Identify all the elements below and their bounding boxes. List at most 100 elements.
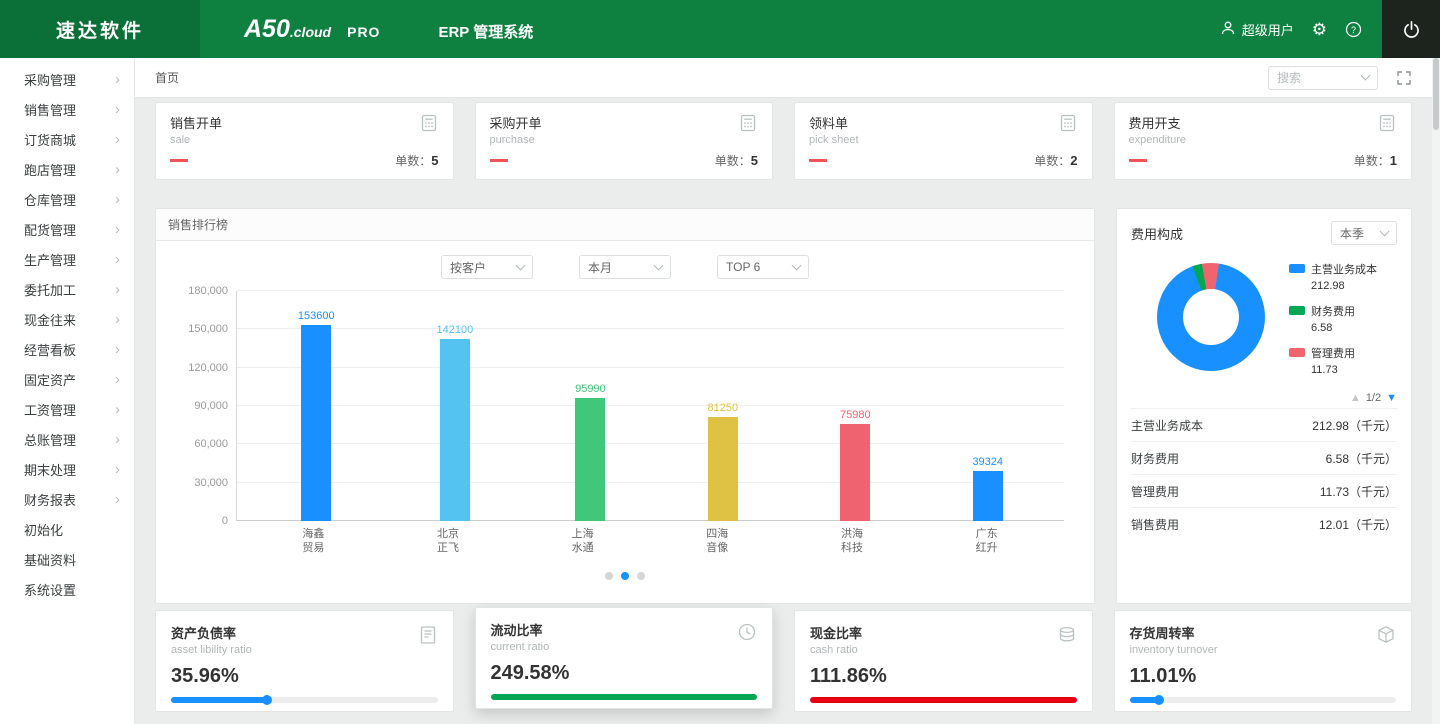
bar[interactable] xyxy=(840,424,870,521)
sidebar-item-财务报表[interactable]: 财务报表› xyxy=(0,484,134,514)
settings-gear-icon[interactable]: ⚙ xyxy=(1312,21,1327,38)
tab-home[interactable]: 首页 xyxy=(155,69,179,86)
carousel-dot[interactable] xyxy=(637,572,645,580)
bar[interactable] xyxy=(708,417,738,521)
carousel-dot[interactable] xyxy=(605,572,613,580)
expense-composition-panel: 费用构成 本季 主营业务成本 212.98 财务费用 6.58 管理费用 11.… xyxy=(1116,208,1412,604)
sidebar-item-基础资料[interactable]: 基础资料 xyxy=(0,544,134,574)
sidebar-item-期末处理[interactable]: 期末处理 › xyxy=(0,454,134,484)
dashboard: 销售开单 sale 单数：5 采购开单 purchase 单数：5 领料单 pi… xyxy=(135,98,1432,724)
bar[interactable] xyxy=(301,325,331,521)
pager-down-icon[interactable]: ▼ xyxy=(1386,392,1397,404)
chart-filter-select[interactable]: TOP 6 xyxy=(717,255,809,279)
sidebar-item-跑店管理[interactable]: 跑店管理› xyxy=(0,154,134,184)
sidebar-item-工资管理[interactable]: 工资管理 › xyxy=(0,394,134,424)
chart-filter-select[interactable]: 按客户 xyxy=(441,255,533,279)
sidebar-item-总账管理[interactable]: 总账管理› xyxy=(0,424,134,454)
progress-fill xyxy=(171,697,267,703)
expense-row-value: 11.73（千元） xyxy=(1320,483,1397,500)
kpi-value: 11.01% xyxy=(1130,665,1397,688)
sidebar-item-label: 期末处理 xyxy=(24,460,76,479)
search-input[interactable]: 搜索 xyxy=(1268,66,1378,90)
bar-chart: 030,00060,00090,000120,000150,000180,000… xyxy=(236,291,1064,521)
user-menu[interactable]: 超级用户 xyxy=(1220,20,1294,39)
y-axis-tick: 60,000 xyxy=(194,438,228,450)
bar-value-label: 95990 xyxy=(575,383,606,395)
accent-dash xyxy=(170,159,188,162)
period-select[interactable]: 本季 xyxy=(1331,221,1397,245)
chevron-right-icon: › xyxy=(115,222,120,237)
sidebar-item-订货商城[interactable]: 订货商城› xyxy=(0,124,134,154)
kpi-card[interactable]: 现金比率 cash ratio 111.86% xyxy=(794,610,1093,712)
bar-column: 39324 xyxy=(972,291,1003,521)
sidebar-item-label: 基础资料 xyxy=(24,550,76,569)
stat-card[interactable]: 领料单 pick sheet 单数：2 xyxy=(794,102,1093,180)
expense-row-value: 6.58（千元） xyxy=(1326,450,1397,467)
kpi-card[interactable]: 资产负债率 asset libility ratio 35.96% xyxy=(155,610,454,712)
stat-card-row: 销售开单 sale 单数：5 采购开单 purchase 单数：5 领料单 pi… xyxy=(155,102,1412,180)
kpi-subtitle: current ratio xyxy=(491,641,758,653)
chevron-right-icon: › xyxy=(115,402,120,417)
sidebar-item-固定资产[interactable]: 固定资产› xyxy=(0,364,134,394)
product-name: A50.cloud xyxy=(244,15,331,44)
chart-filter-select[interactable]: 本月 xyxy=(579,255,671,279)
sidebar-item-仓库管理[interactable]: 仓库管理› xyxy=(0,184,134,214)
sidebar-item-现金往来[interactable]: 现金往来› xyxy=(0,304,134,334)
sidebar-item-label: 工资管理 xyxy=(24,400,76,419)
page-scrollbar[interactable] xyxy=(1432,58,1440,724)
sidebar-item-委托加工[interactable]: 委托加工› xyxy=(0,274,134,304)
sidebar-item-初始化[interactable]: 初始化 xyxy=(0,514,134,544)
sidebar-item-系统设置[interactable]: 系统设置 xyxy=(0,574,134,604)
stat-card[interactable]: 销售开单 sale 单数：5 xyxy=(155,102,454,180)
chevron-right-icon: › xyxy=(115,492,120,507)
progress-track xyxy=(810,697,1077,703)
legend-label: 主营业务成本 xyxy=(1311,261,1377,277)
accent-dash xyxy=(490,159,508,162)
x-axis-label: 海鑫贸易 xyxy=(291,527,335,556)
bar-column: 142100 xyxy=(437,291,474,521)
sidebar-item-销售管理[interactable]: 销售管理› xyxy=(0,94,134,124)
kpi-title: 流动比率 xyxy=(491,620,758,639)
kpi-title: 现金比率 xyxy=(810,623,1077,642)
accent-dash xyxy=(1129,159,1147,162)
calculator-icon xyxy=(738,113,758,138)
chevron-right-icon: › xyxy=(115,462,120,477)
legend-item: 财务费用 6.58 xyxy=(1289,303,1377,334)
chart-filter-row: 按客户 本月 TOP 6 xyxy=(156,255,1094,279)
sidebar-item-经营看板[interactable]: 经营看板› xyxy=(0,334,134,364)
progress-track xyxy=(171,697,438,703)
progress-track xyxy=(491,694,758,700)
bar[interactable] xyxy=(440,339,470,521)
progress-knob[interactable] xyxy=(262,695,272,705)
sidebar-item-采购管理[interactable]: 采购管理› xyxy=(0,64,134,94)
stat-card-subtitle: expenditure xyxy=(1129,134,1187,146)
sidebar-item-生产管理[interactable]: 生产管理› xyxy=(0,244,134,274)
legend-swatch xyxy=(1289,306,1305,315)
help-icon[interactable]: ? xyxy=(1345,21,1362,38)
app-header: 速达软件 A50.cloud PRO ERP 管理系统 超级用户 ⚙ ? xyxy=(0,0,1440,58)
panel-title: 销售排行榜 xyxy=(156,209,1094,241)
stat-card[interactable]: 采购开单 purchase 单数：5 xyxy=(475,102,774,180)
fullscreen-icon[interactable] xyxy=(1396,70,1412,86)
pager-up-icon[interactable]: ▲ xyxy=(1350,392,1361,404)
kpi-card[interactable]: 流动比率 current ratio 249.58% xyxy=(475,607,774,709)
bar[interactable] xyxy=(973,471,1003,521)
box-icon xyxy=(1375,624,1397,651)
carousel-dot[interactable] xyxy=(621,572,629,580)
kpi-card-row: 资产负债率 asset libility ratio 35.96% 流动比率 c… xyxy=(155,610,1412,712)
user-icon xyxy=(1220,20,1236,39)
x-axis-label: 上海水通 xyxy=(561,527,605,556)
bar[interactable] xyxy=(575,398,605,521)
progress-knob[interactable] xyxy=(1154,695,1164,705)
sidebar-item-配货管理[interactable]: 配货管理› xyxy=(0,214,134,244)
logout-power-button[interactable] xyxy=(1382,0,1440,58)
scrollbar-thumb[interactable] xyxy=(1433,58,1439,130)
system-name: ERP 管理系统 xyxy=(438,21,533,42)
header-actions: 超级用户 ⚙ ? xyxy=(1220,0,1440,58)
stat-card-title: 费用开支 xyxy=(1129,113,1187,132)
kpi-card[interactable]: 存货周转率 inventory turnover 11.01% xyxy=(1114,610,1413,712)
chevron-right-icon: › xyxy=(115,372,120,387)
app-logo[interactable]: 速达软件 xyxy=(0,0,200,58)
stat-card[interactable]: 费用开支 expenditure 单数：1 xyxy=(1114,102,1413,180)
bar-column: 95990 xyxy=(575,291,606,521)
